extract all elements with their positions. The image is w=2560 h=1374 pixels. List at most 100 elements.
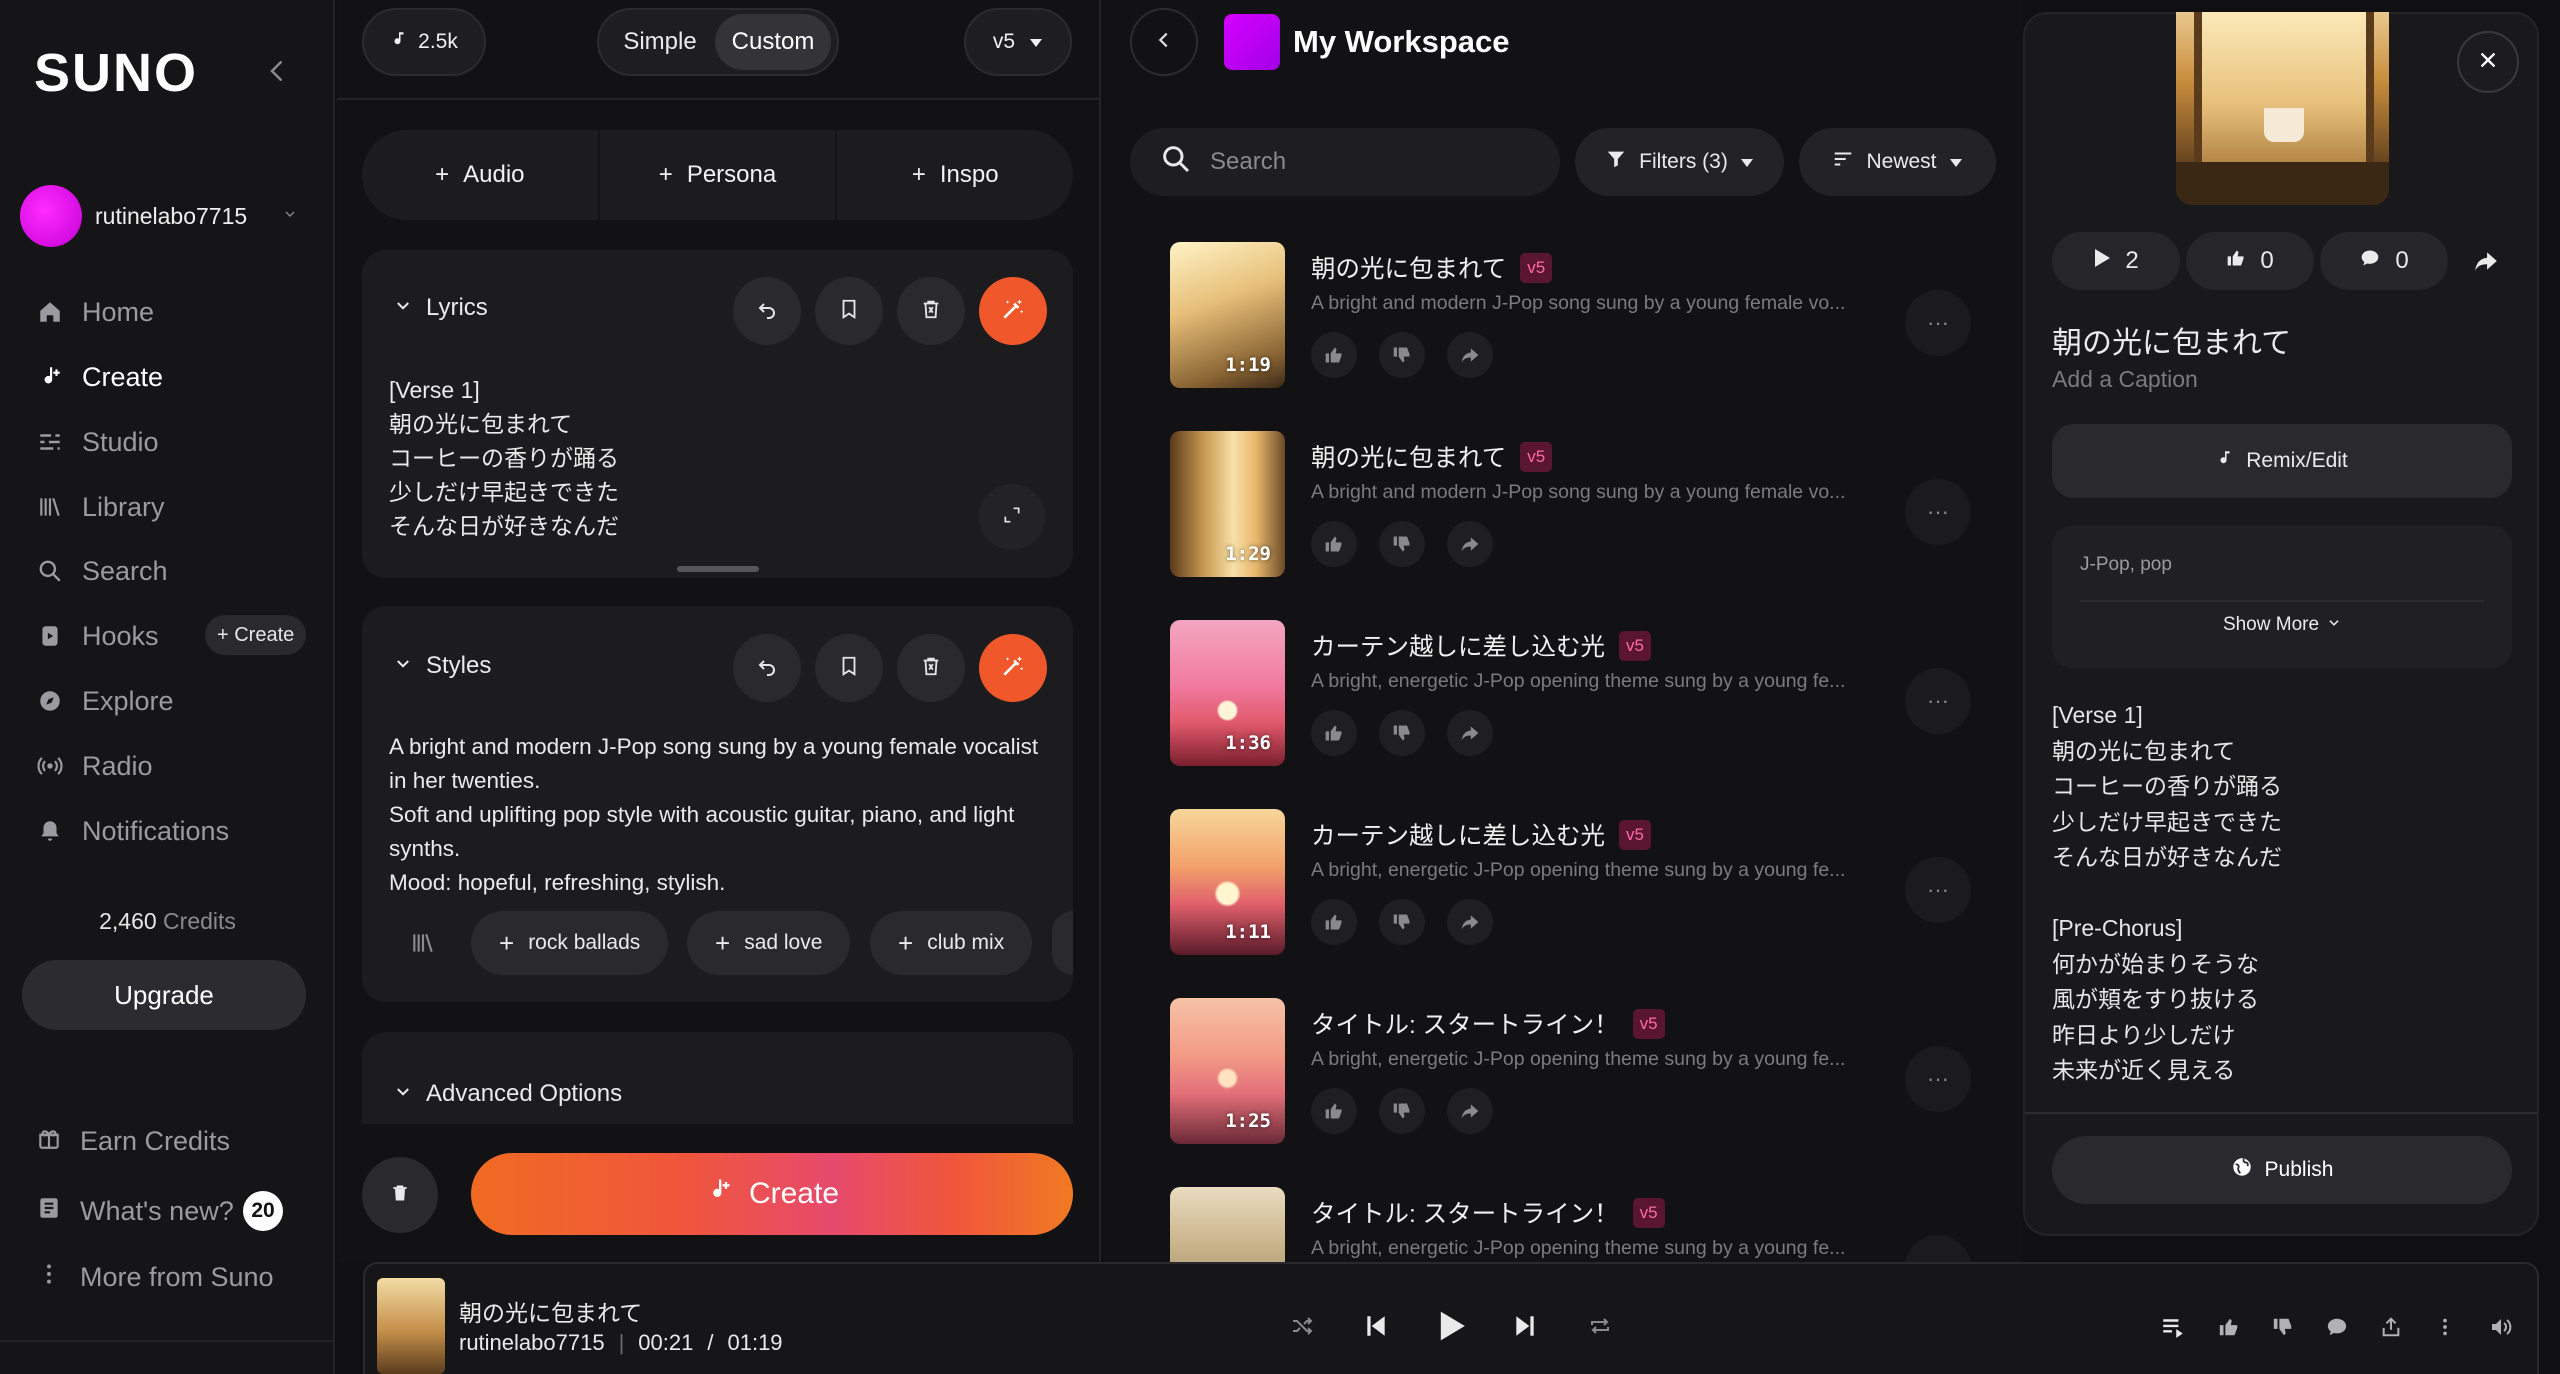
- workspace-title[interactable]: My Workspace: [1293, 24, 1510, 60]
- song-title-row[interactable]: 朝の光に包まれて v5: [1311, 250, 1553, 285]
- next-track-icon[interactable]: [1505, 1306, 1545, 1346]
- chevron-down-icon[interactable]: [282, 206, 298, 222]
- whats-new-link[interactable]: What's new?: [36, 1189, 234, 1233]
- song-title-row[interactable]: 朝の光に包まれて v5: [1311, 439, 1553, 474]
- repeat-icon[interactable]: [1580, 1306, 1620, 1346]
- lyrics-textarea[interactable]: [Verse 1] 朝の光に包まれて コーヒーの香りが踊る 少しだけ早起きできた…: [389, 373, 619, 543]
- play-button[interactable]: [1430, 1304, 1474, 1348]
- publish-button[interactable]: Publish: [2052, 1136, 2512, 1204]
- share-icon[interactable]: [2462, 232, 2510, 290]
- nav-explore[interactable]: Explore: [36, 676, 316, 726]
- song-row[interactable]: 1:29 朝の光に包まれて v5 A bright and modern J-P…: [1170, 431, 2000, 581]
- share-out-icon[interactable]: [2374, 1310, 2408, 1344]
- styles-undo-button[interactable]: [733, 634, 801, 702]
- nav-create[interactable]: Create: [36, 352, 316, 402]
- suno-logo[interactable]: SUNO: [34, 42, 198, 104]
- lyrics-save-button[interactable]: [815, 277, 883, 345]
- thumbs-down-icon[interactable]: [1379, 332, 1425, 378]
- share-icon[interactable]: [1447, 332, 1493, 378]
- avatar[interactable]: [20, 185, 82, 247]
- model-select[interactable]: v5: [964, 8, 1072, 76]
- add-inspo-button[interactable]: + Inspo: [837, 130, 1073, 220]
- player-artist[interactable]: rutinelabo7715: [459, 1330, 605, 1356]
- more-options-icon[interactable]: ···: [1905, 479, 1971, 545]
- search-input[interactable]: Search: [1130, 128, 1560, 196]
- collapse-sidebar-icon[interactable]: [262, 56, 292, 86]
- more-vertical-icon[interactable]: [2428, 1310, 2462, 1344]
- more-from-suno-link[interactable]: More from Suno: [36, 1255, 274, 1299]
- player-thumbnail[interactable]: [377, 1278, 445, 1374]
- song-thumbnail[interactable]: 1:25: [1170, 998, 1285, 1144]
- song-title-row[interactable]: タイトル: スタートライン！ v5: [1311, 1195, 1665, 1230]
- upgrade-button[interactable]: Upgrade: [22, 960, 306, 1030]
- song-cover-art[interactable]: [2176, 12, 2389, 205]
- thumbs-up-icon[interactable]: [2212, 1310, 2246, 1344]
- song-title-row[interactable]: カーテン越しに差し込む光 v5: [1311, 628, 1651, 663]
- thumbs-down-icon[interactable]: [1379, 1088, 1425, 1134]
- earn-credits-link[interactable]: Earn Credits: [36, 1119, 230, 1163]
- mode-custom-button[interactable]: Custom: [715, 14, 831, 70]
- previous-track-icon[interactable]: [1356, 1306, 1396, 1346]
- lyrics-resize-handle[interactable]: [677, 566, 759, 572]
- lyrics-undo-button[interactable]: [733, 277, 801, 345]
- more-options-icon[interactable]: ···: [1905, 1235, 1971, 1262]
- shuffle-icon[interactable]: [1282, 1306, 1322, 1346]
- styles-textarea[interactable]: A bright and modern J-Pop song sung by a…: [389, 730, 1038, 900]
- share-icon[interactable]: [1447, 1088, 1493, 1134]
- nav-library[interactable]: Library: [36, 482, 316, 532]
- song-thumbnail[interactable]: 1:36: [1170, 620, 1285, 766]
- lyrics-generate-button[interactable]: [979, 277, 1047, 345]
- thumbs-up-icon[interactable]: [1311, 521, 1357, 567]
- create-button[interactable]: Create: [471, 1153, 1073, 1235]
- song-thumbnail[interactable]: [1170, 1187, 1285, 1262]
- comment-count-button[interactable]: 0: [2320, 232, 2448, 290]
- comment-icon[interactable]: [2320, 1310, 2354, 1344]
- share-icon[interactable]: [1447, 710, 1493, 756]
- advanced-options-toggle[interactable]: Advanced Options: [394, 1080, 622, 1108]
- share-icon[interactable]: [1447, 899, 1493, 945]
- song-thumbnail[interactable]: 1:19: [1170, 242, 1285, 388]
- close-detail-button[interactable]: [2457, 31, 2519, 93]
- song-row[interactable]: 1:19 朝の光に包まれて v5 A bright and modern J-P…: [1170, 242, 2000, 392]
- username[interactable]: rutinelabo7715: [95, 203, 247, 230]
- nav-radio[interactable]: Radio: [36, 741, 316, 791]
- lyrics-expand-button[interactable]: [979, 484, 1045, 550]
- styles-save-button[interactable]: [815, 634, 883, 702]
- thumbs-up-icon[interactable]: [1311, 1088, 1357, 1134]
- song-title-row[interactable]: タイトル: スタートライン！ v5: [1311, 1006, 1665, 1041]
- lyrics-header-toggle[interactable]: Lyrics: [394, 294, 488, 322]
- thumbs-down-icon[interactable]: [1379, 521, 1425, 567]
- filters-button[interactable]: Filters (3): [1575, 128, 1784, 196]
- song-thumbnail[interactable]: 1:11: [1170, 809, 1285, 955]
- styles-clear-button[interactable]: [897, 634, 965, 702]
- play-count-button[interactable]: 2: [2052, 232, 2180, 290]
- sort-button[interactable]: Newest: [1799, 128, 1996, 196]
- nav-hooks[interactable]: Hooks: [36, 611, 196, 661]
- thumbs-up-icon[interactable]: [1311, 332, 1357, 378]
- thumbs-up-icon[interactable]: [1311, 899, 1357, 945]
- thumbs-down-icon[interactable]: [1379, 710, 1425, 756]
- song-row[interactable]: 1:36 カーテン越しに差し込む光 v5 A bright, energetic…: [1170, 620, 2000, 770]
- song-thumbnail[interactable]: 1:29: [1170, 431, 1285, 577]
- nav-studio[interactable]: Studio: [36, 417, 316, 467]
- add-caption-field[interactable]: Add a Caption: [2052, 366, 2198, 393]
- add-persona-button[interactable]: + Persona: [600, 130, 838, 220]
- add-audio-button[interactable]: + Audio: [362, 130, 600, 220]
- nav-home[interactable]: Home: [36, 287, 316, 337]
- more-options-icon[interactable]: ···: [1905, 857, 1971, 923]
- song-row[interactable]: 1:25 タイトル: スタートライン！ v5 A bright, energet…: [1170, 998, 2000, 1148]
- styles-generate-button[interactable]: [979, 634, 1047, 702]
- song-title-row[interactable]: カーテン越しに差し込む光 v5: [1311, 817, 1651, 852]
- thumbs-up-icon[interactable]: [1311, 710, 1357, 756]
- style-tag-club-mix[interactable]: + club mix: [870, 911, 1033, 975]
- more-options-icon[interactable]: ···: [1905, 290, 1971, 356]
- nav-notifications[interactable]: Notifications: [36, 806, 316, 856]
- like-count-button[interactable]: 0: [2186, 232, 2314, 290]
- queue-icon[interactable]: [2156, 1310, 2190, 1344]
- credits-chip[interactable]: 2.5k: [362, 8, 486, 76]
- player-song-title[interactable]: 朝の光に包まれて: [459, 1294, 642, 1328]
- clear-all-button[interactable]: [362, 1157, 438, 1233]
- thumbs-down-icon[interactable]: [2266, 1310, 2300, 1344]
- show-more-button[interactable]: Show More: [2052, 614, 2512, 636]
- share-icon[interactable]: [1447, 521, 1493, 567]
